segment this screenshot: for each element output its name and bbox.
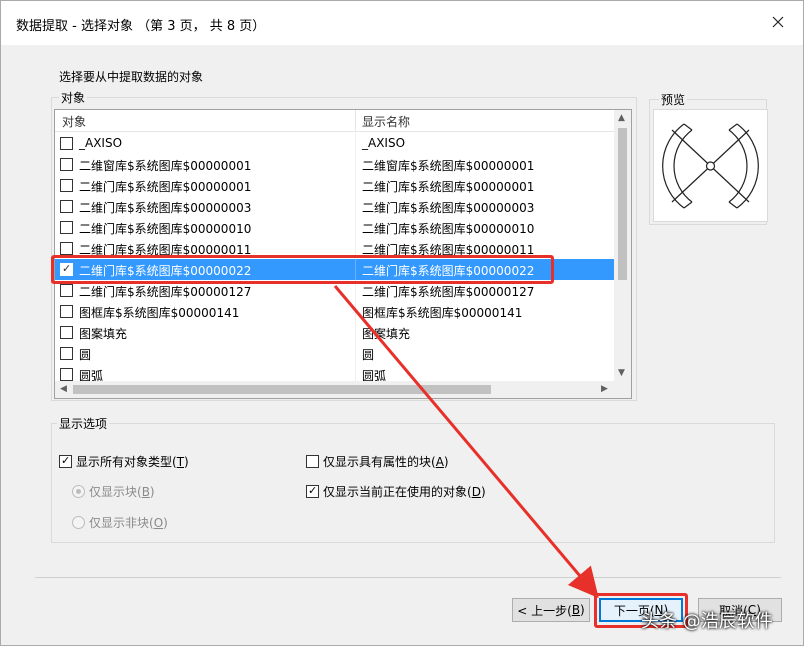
dialog-window: 数据提取 - 选择对象 （第 3 页， 共 8 页） 选择要从中提取数据的对象 …: [0, 0, 804, 646]
watermark-text: 头条 @浩辰软件: [641, 611, 773, 632]
annotation-arrow: [333, 285, 599, 599]
